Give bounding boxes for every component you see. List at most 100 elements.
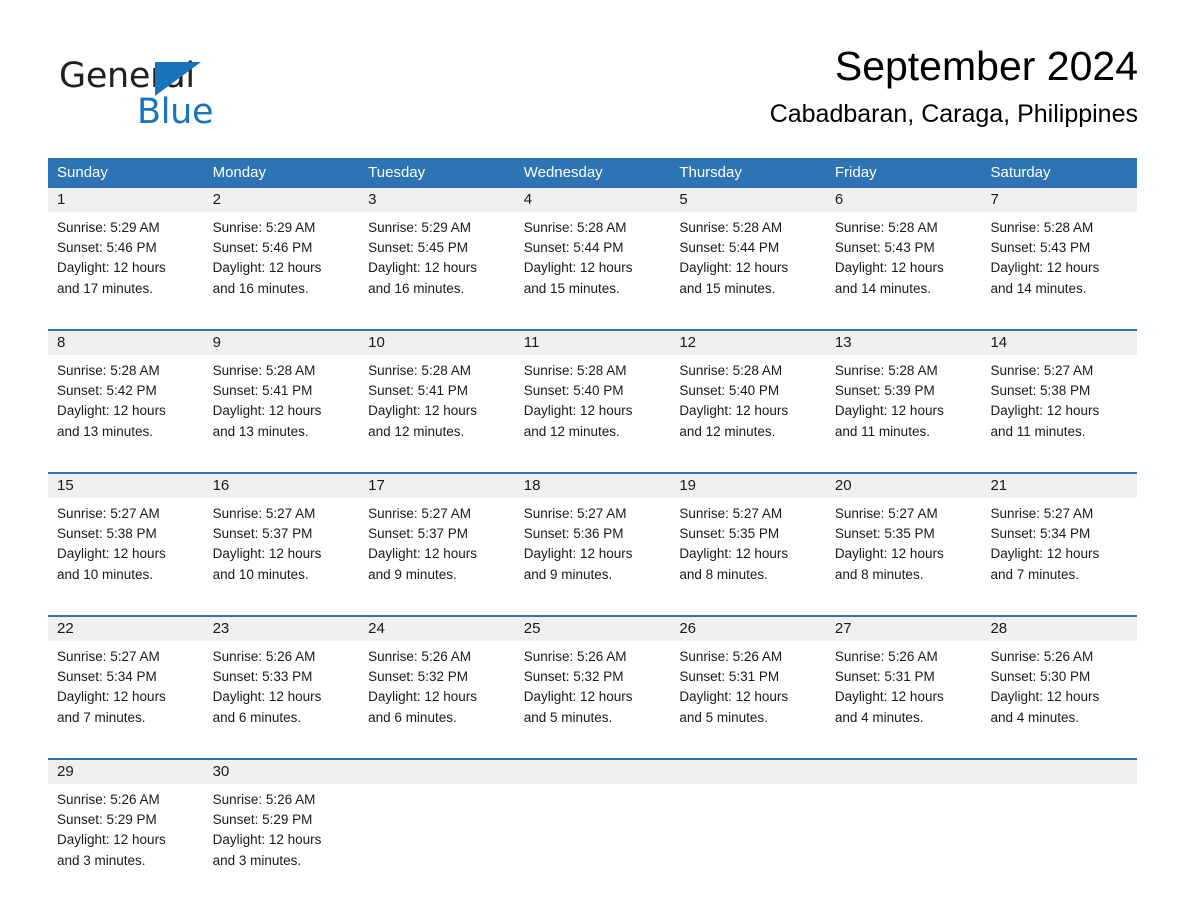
day-detail-line: Sunrise: 5:28 AM	[368, 363, 471, 378]
day-number[interactable]: 8	[48, 331, 204, 355]
day-number[interactable]: 25	[515, 617, 671, 641]
day-detail-line: Sunrise: 5:28 AM	[679, 220, 783, 235]
day-number[interactable]: 3	[359, 188, 515, 212]
day-detail-line: and 9 minutes.	[523, 566, 613, 582]
day-detail-line: and 14 minutes.	[834, 280, 931, 296]
day-cell[interactable]: Sunrise: 5:27 AM Sunset: 5:38 PM Daylight:…	[48, 504, 204, 601]
day-detail-line: and 12 minutes.	[679, 423, 776, 439]
day-cell[interactable]: Sunrise: 5:27 AM Sunset: 5:34 PM Daylight:…	[48, 647, 204, 744]
day-detail-line: Sunrise: 5:26 AM	[212, 792, 316, 807]
day-detail-line: Sunset: 5:34 PM	[57, 669, 157, 685]
day-detail-line: Sunset: 5:46 PM	[57, 240, 157, 256]
day-cell[interactable]: Sunrise: 5:27 AM Sunset: 5:37 PM Daylight:…	[204, 504, 360, 601]
day-cell[interactable]: Sunrise: 5:28 AM Sunset: 5:41 PM Daylight:…	[204, 361, 360, 458]
day-cell[interactable]: Sunrise: 5:28 AM Sunset: 5:43 PM Daylight:…	[981, 218, 1137, 315]
day-detail-line: Sunset: 5:32 PM	[523, 669, 624, 685]
day-number[interactable]: 30	[204, 760, 360, 784]
day-detail-line: Daylight: 12 hours	[368, 260, 477, 276]
day-number[interactable]: 15	[48, 474, 204, 498]
day-cell[interactable]: Sunrise: 5:26 AM Sunset: 5:32 PM Daylight:…	[515, 647, 671, 744]
day-number[interactable]: 23	[204, 617, 360, 641]
day-cell[interactable]: Sunrise: 5:26 AM Sunset: 5:29 PM Daylight:…	[48, 790, 204, 887]
day-detail-line: Sunset: 5:43 PM	[834, 240, 935, 256]
day-cell[interactable]: Sunrise: 5:28 AM Sunset: 5:44 PM Daylight:…	[670, 218, 826, 315]
day-cell[interactable]: Sunrise: 5:29 AM Sunset: 5:46 PM Daylight:…	[204, 218, 360, 315]
day-detail-line: Sunrise: 5:28 AM	[523, 363, 627, 378]
day-number[interactable]: 20	[826, 474, 982, 498]
week-body: Sunrise: 5:26 AM Sunset: 5:29 PM Daylight:…	[48, 784, 1137, 887]
day-number[interactable]: 24	[359, 617, 515, 641]
day-detail-line: and 10 minutes.	[57, 566, 154, 582]
day-number[interactable]: 17	[359, 474, 515, 498]
day-detail-line: Daylight: 12 hours	[57, 689, 166, 705]
day-detail-line: Daylight: 12 hours	[990, 689, 1100, 705]
day-cell[interactable]: Sunrise: 5:26 AM Sunset: 5:33 PM Daylight:…	[204, 647, 360, 744]
day-cell[interactable]: Sunrise: 5:27 AM Sunset: 5:36 PM Daylight:…	[515, 504, 671, 601]
day-cell[interactable]: Sunrise: 5:28 AM Sunset: 5:44 PM Daylight:…	[515, 218, 671, 315]
weekday-header-row: Sunday Monday Tuesday Wednesday Thursday…	[48, 158, 1137, 188]
day-number[interactable]: 4	[515, 188, 671, 212]
day-number[interactable]: 11	[515, 331, 671, 355]
day-detail-line: and 9 minutes.	[368, 566, 457, 582]
day-detail-line: Sunrise: 5:26 AM	[57, 792, 160, 807]
day-detail-line: Sunrise: 5:27 AM	[57, 506, 160, 521]
day-detail-line: and 4 minutes.	[990, 709, 1080, 725]
day-number[interactable]: 12	[670, 331, 826, 355]
general-blue-logo[interactable]: General Blue	[59, 56, 259, 136]
day-number[interactable]: 16	[204, 474, 360, 498]
day-number[interactable]: 7	[981, 188, 1137, 212]
day-detail-line: Daylight: 12 hours	[212, 689, 322, 705]
calendar-page: General Blue September 2024 Cabadbaran, …	[0, 0, 1188, 918]
day-detail-line: Sunrise: 5:28 AM	[523, 220, 627, 235]
day-cell[interactable]: Sunrise: 5:26 AM Sunset: 5:29 PM Daylight:…	[204, 790, 360, 887]
day-detail-line: Daylight: 12 hours	[834, 403, 944, 419]
day-detail-line: Sunrise: 5:27 AM	[57, 649, 160, 664]
day-detail-line: and 6 minutes.	[368, 709, 457, 725]
page-subtitle: Cabadbaran, Caraga, Philippines	[769, 100, 1138, 128]
day-number[interactable]: 26	[670, 617, 826, 641]
day-number-empty	[670, 760, 826, 784]
day-cell[interactable]: Sunrise: 5:27 AM Sunset: 5:37 PM Daylight:…	[359, 504, 515, 601]
day-cell[interactable]: Sunrise: 5:28 AM Sunset: 5:41 PM Daylight:…	[359, 361, 515, 458]
day-cell[interactable]: Sunrise: 5:27 AM Sunset: 5:38 PM Daylight:…	[981, 361, 1137, 458]
day-number[interactable]: 10	[359, 331, 515, 355]
day-detail-line: Daylight: 12 hours	[834, 260, 944, 276]
day-cell[interactable]: Sunrise: 5:27 AM Sunset: 5:34 PM Daylight:…	[981, 504, 1137, 601]
day-cell[interactable]: Sunrise: 5:26 AM Sunset: 5:31 PM Daylight:…	[826, 647, 982, 744]
day-number[interactable]: 19	[670, 474, 826, 498]
day-number[interactable]: 18	[515, 474, 671, 498]
day-cell[interactable]: Sunrise: 5:26 AM Sunset: 5:30 PM Daylight:…	[981, 647, 1137, 744]
day-detail-line: Sunrise: 5:26 AM	[368, 649, 471, 664]
week-daynumber-band: 29 30	[48, 760, 1137, 784]
day-cell-empty	[670, 790, 826, 887]
day-number[interactable]: 28	[981, 617, 1137, 641]
day-cell[interactable]: Sunrise: 5:28 AM Sunset: 5:43 PM Daylight:…	[826, 218, 982, 315]
day-number[interactable]: 1	[48, 188, 204, 212]
day-cell[interactable]: Sunrise: 5:29 AM Sunset: 5:46 PM Daylight:…	[48, 218, 204, 315]
day-number[interactable]: 21	[981, 474, 1137, 498]
day-cell[interactable]: Sunrise: 5:27 AM Sunset: 5:35 PM Daylight:…	[826, 504, 982, 601]
day-cell[interactable]: Sunrise: 5:28 AM Sunset: 5:42 PM Daylight:…	[48, 361, 204, 458]
day-number[interactable]: 6	[826, 188, 982, 212]
weekday-header-sunday: Sunday	[57, 164, 108, 181]
day-number[interactable]: 14	[981, 331, 1137, 355]
day-cell[interactable]: Sunrise: 5:26 AM Sunset: 5:32 PM Daylight:…	[359, 647, 515, 744]
day-number[interactable]: 22	[48, 617, 204, 641]
day-detail-line: Sunset: 5:40 PM	[523, 383, 624, 399]
day-cell[interactable]: Sunrise: 5:28 AM Sunset: 5:40 PM Daylight:…	[670, 361, 826, 458]
day-number[interactable]: 13	[826, 331, 982, 355]
day-detail-line: and 10 minutes.	[212, 566, 309, 582]
day-cell[interactable]: Sunrise: 5:28 AM Sunset: 5:40 PM Daylight:…	[515, 361, 671, 458]
day-cell[interactable]: Sunrise: 5:28 AM Sunset: 5:39 PM Daylight:…	[826, 361, 982, 458]
day-number[interactable]: 9	[204, 331, 360, 355]
day-number[interactable]: 27	[826, 617, 982, 641]
day-number[interactable]: 29	[48, 760, 204, 784]
day-cell[interactable]: Sunrise: 5:26 AM Sunset: 5:31 PM Daylight:…	[670, 647, 826, 744]
day-detail-line: Sunrise: 5:28 AM	[57, 363, 160, 378]
day-cell[interactable]: Sunrise: 5:27 AM Sunset: 5:35 PM Daylight:…	[670, 504, 826, 601]
day-detail-line: Daylight: 12 hours	[679, 403, 789, 419]
day-number[interactable]: 2	[204, 188, 360, 212]
day-cell[interactable]: Sunrise: 5:29 AM Sunset: 5:45 PM Daylight:…	[359, 218, 515, 315]
day-detail-line: Sunrise: 5:27 AM	[523, 506, 627, 521]
day-number[interactable]: 5	[670, 188, 826, 212]
